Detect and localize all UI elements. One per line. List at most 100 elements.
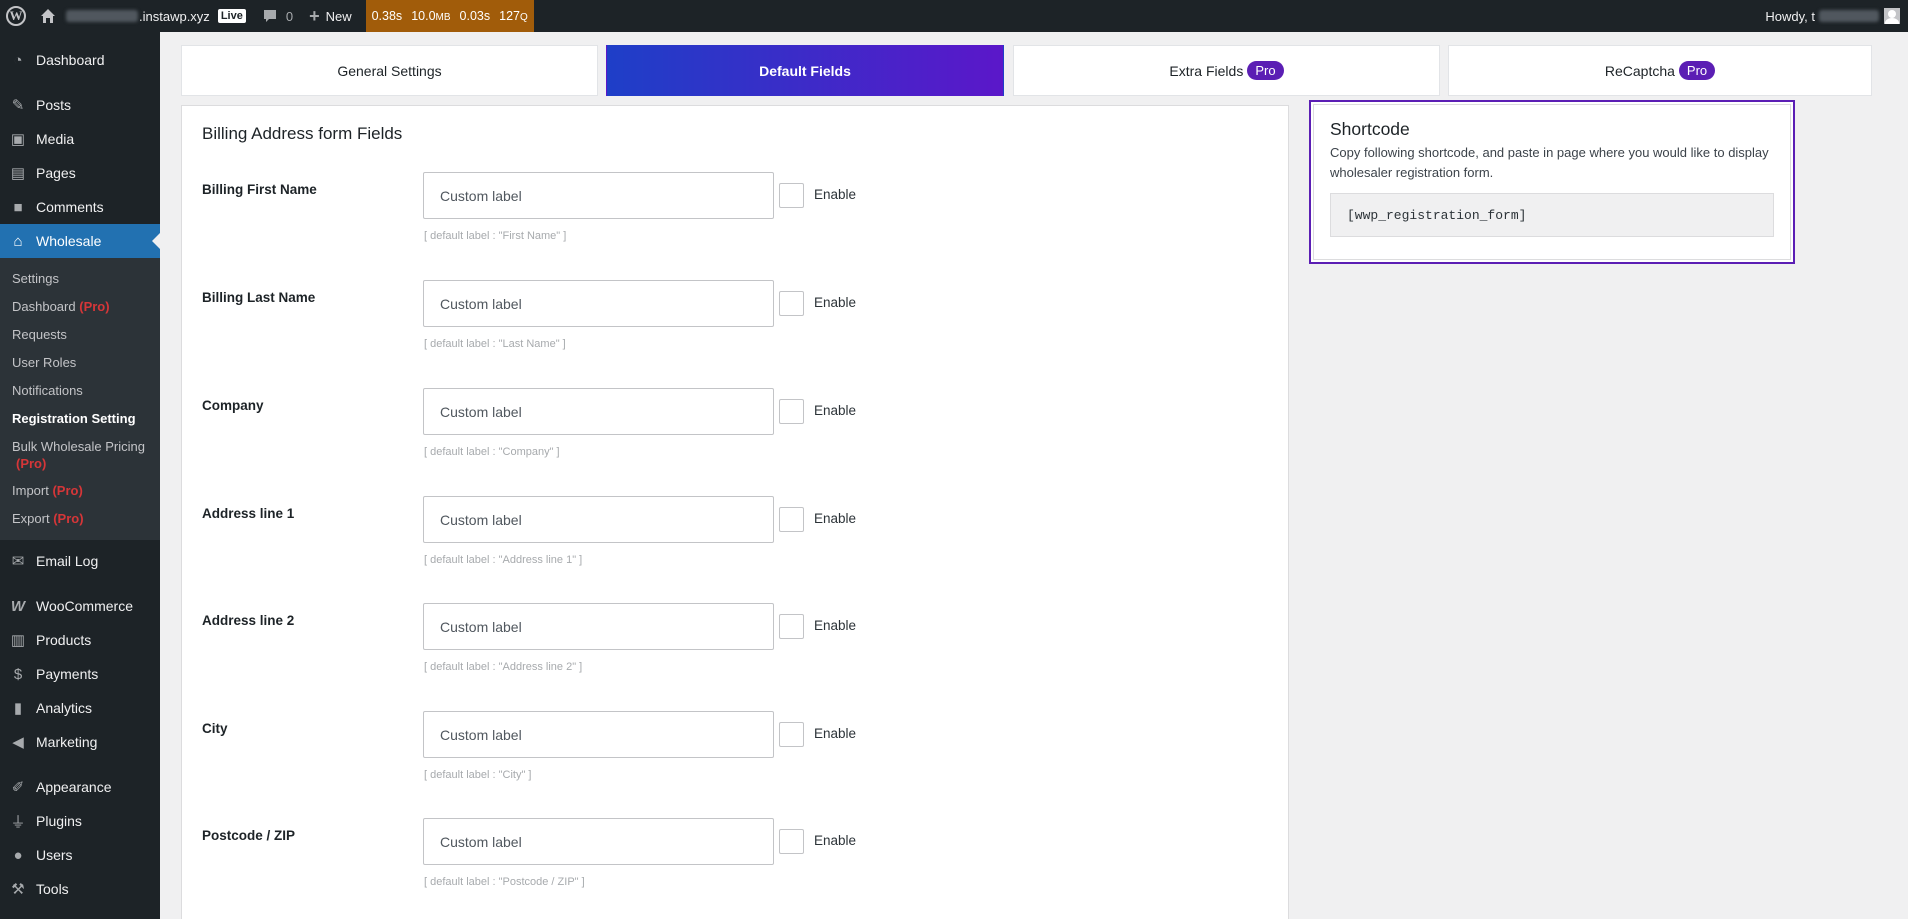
enable-checkbox[interactable] — [779, 399, 804, 424]
submenu-label: Export — [12, 511, 50, 526]
submenu-notifications[interactable]: Notifications — [0, 377, 160, 405]
submenu-requests[interactable]: Requests — [0, 321, 160, 349]
default-label-hint: [ default label : "First Name" ] — [424, 230, 567, 242]
menu-label: Plugins — [36, 813, 82, 829]
submenu-label: Settings — [12, 271, 59, 286]
default-label-hint: [ default label : "City" ] — [424, 769, 532, 781]
tab-label: Extra Fields — [1169, 62, 1244, 79]
comment-icon: ■ — [13, 198, 23, 216]
new-label: New — [325, 8, 352, 24]
pin-icon: ✎ — [11, 97, 25, 114]
tab-default-fields[interactable]: Default Fields — [606, 45, 1004, 96]
menu-analytics[interactable]: ▮ Analytics — [0, 691, 160, 725]
menu-label: Payments — [36, 666, 99, 682]
field-row-company: Company Enable [ default label : "Compan… — [182, 388, 1290, 506]
menu-label: Analytics — [36, 700, 93, 716]
menu-label: Users — [36, 847, 73, 863]
user-icon: ● — [13, 846, 23, 864]
field-row-address-line-2: Address line 2 Enable [ default label : … — [182, 603, 1290, 721]
plugin-icon: ⏚ — [10, 813, 26, 831]
live-badge: Live — [217, 9, 246, 23]
submenu-registration-setting[interactable]: Registration Setting — [0, 405, 160, 433]
menu-media[interactable]: ▣ Media — [0, 122, 160, 156]
enable-checkbox[interactable] — [779, 829, 804, 854]
qm-memory-unit: MB — [435, 12, 451, 23]
enable-checkbox[interactable] — [779, 291, 804, 316]
menu-wholesale[interactable]: ⌂ Wholesale — [0, 224, 160, 258]
enable-checkbox[interactable] — [779, 507, 804, 532]
wholesale-submenu: Settings Dashboard (Pro) Requests User R… — [0, 258, 160, 540]
query-monitor-button[interactable]: 0.38s 10.0MB 0.03s 127Q — [365, 0, 534, 32]
menu-label: Comments — [36, 199, 104, 215]
default-label-hint: [ default label : "Postcode / ZIP" ] — [424, 876, 585, 888]
tab-recaptcha[interactable]: ReCaptcha Pro — [1448, 45, 1872, 96]
submenu-bulk-wholesale-pricing[interactable]: Bulk Wholesale Pricing (Pro) — [0, 433, 160, 477]
submenu-settings[interactable]: Settings — [0, 265, 160, 293]
menu-dashboard[interactable]: ◔ Dashboard — [0, 43, 160, 77]
site-name-blurred — [66, 10, 138, 22]
submenu-user-roles[interactable]: User Roles — [0, 349, 160, 377]
default-label-hint: [ default label : "Address line 2" ] — [424, 661, 583, 673]
admin-sidebar: ◔ Dashboard ✎ Posts ▣ Media ▤ Pages ■ Co… — [0, 32, 160, 919]
field-label: Address line 2 — [202, 613, 295, 628]
field-row-billing-first-name: Billing First Name Enable [ default labe… — [182, 172, 1290, 290]
howdy-text: Howdy, t — [1765, 8, 1815, 24]
enable-label: Enable — [814, 187, 857, 202]
submenu-label: Bulk Wholesale Pricing — [12, 439, 145, 454]
enable-checkbox[interactable] — [779, 183, 804, 208]
tab-label: ReCaptcha — [1604, 62, 1675, 79]
submenu-import[interactable]: Import (Pro) — [0, 477, 160, 505]
tab-label: General Settings — [337, 62, 442, 79]
submenu-dashboard[interactable]: Dashboard (Pro) — [0, 293, 160, 321]
custom-label-input[interactable] — [423, 172, 774, 219]
custom-label-input[interactable] — [423, 388, 774, 435]
menu-email-log[interactable]: ✉ Email Log — [0, 544, 160, 578]
billing-fields-panel: Billing Address form Fields Billing Firs… — [181, 105, 1289, 919]
enable-label: Enable — [814, 833, 857, 848]
account-menu[interactable]: Howdy, t — [1757, 0, 1908, 32]
enable-checkbox[interactable] — [779, 614, 804, 639]
tab-general-settings[interactable]: General Settings — [181, 45, 598, 96]
menu-label: Dashboard — [36, 52, 105, 68]
home-icon — [41, 9, 55, 23]
menu-posts[interactable]: ✎ Posts — [0, 88, 160, 122]
tab-extra-fields[interactable]: Extra Fields Pro — [1013, 45, 1440, 96]
custom-label-input[interactable] — [423, 818, 774, 865]
submenu-export[interactable]: Export (Pro) — [0, 505, 160, 533]
shortcode-code[interactable]: [wwp_registration_form] — [1330, 193, 1774, 237]
menu-pages[interactable]: ▤ Pages — [0, 156, 160, 190]
menu-comments[interactable]: ■ Comments — [0, 190, 160, 224]
menu-label: Appearance — [36, 779, 112, 795]
site-name-link[interactable]: .instawp.xyz Live — [34, 0, 254, 32]
wrench-icon: ⚒ — [11, 881, 25, 898]
new-content-button[interactable]: + New — [301, 0, 360, 32]
custom-label-input[interactable] — [423, 280, 774, 327]
comments-count: 0 — [285, 8, 294, 24]
menu-woocommerce[interactable]: W WooCommerce — [0, 589, 160, 623]
submenu-label: User Roles — [12, 355, 77, 370]
field-row-city: City Enable [ default label : "City" ] — [182, 711, 1290, 829]
menu-users[interactable]: ● Users — [0, 838, 160, 872]
field-row-billing-last-name: Billing Last Name Enable [ default label… — [182, 280, 1290, 398]
archive-icon: ▥ — [10, 632, 26, 649]
enable-checkbox[interactable] — [779, 722, 804, 747]
custom-label-input[interactable] — [423, 603, 774, 650]
menu-appearance[interactable]: ✐ Appearance — [0, 770, 160, 804]
email-icon: ✉ — [11, 553, 25, 570]
menu-marketing[interactable]: ◀ Marketing — [0, 725, 160, 759]
comments-link[interactable]: 0 — [254, 0, 301, 32]
default-label-hint: [ default label : "Address line 1" ] — [424, 554, 583, 566]
enable-label: Enable — [814, 726, 857, 741]
tab-label: Default Fields — [759, 62, 851, 79]
menu-plugins[interactable]: ⏚ Plugins — [0, 804, 160, 838]
menu-payments[interactable]: $ Payments — [0, 657, 160, 691]
pro-tag: (Pro) — [16, 456, 47, 471]
pages-icon: ▤ — [10, 165, 26, 182]
custom-label-input[interactable] — [423, 496, 774, 543]
enable-label: Enable — [814, 618, 857, 633]
menu-tools[interactable]: ⚒ Tools — [0, 872, 160, 906]
custom-label-input[interactable] — [423, 711, 774, 758]
menu-products[interactable]: ▥ Products — [0, 623, 160, 657]
wordpress-logo-button[interactable]: W — [0, 0, 34, 32]
bar-chart-icon: ▮ — [13, 700, 23, 717]
